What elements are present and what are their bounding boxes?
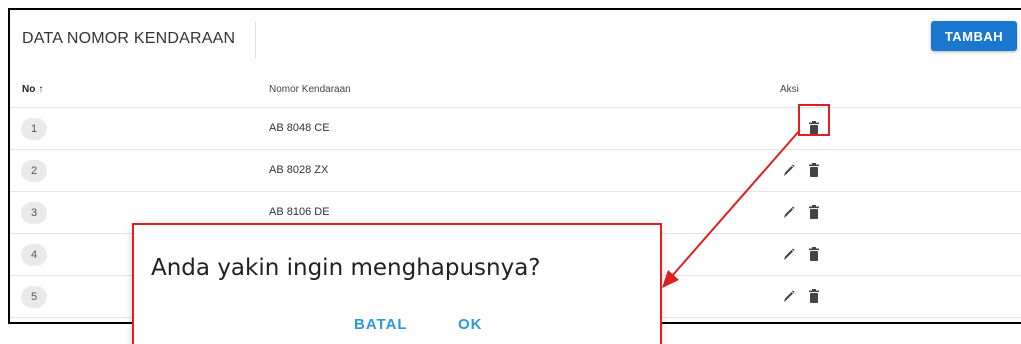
pencil-icon[interactable] [783, 247, 795, 261]
trash-highlight-box [798, 104, 830, 136]
add-button[interactable]: TAMBAH [931, 21, 1017, 51]
column-header-plate: Nomor Kendaraan [269, 84, 351, 95]
pencil-icon[interactable] [783, 289, 795, 303]
pencil-icon[interactable] [783, 205, 795, 219]
ok-button[interactable]: OK [458, 316, 483, 333]
header-divider [255, 21, 256, 59]
cancel-button[interactable]: BATAL [354, 316, 408, 333]
row-number-badge: 2 [21, 160, 47, 182]
row-number-badge: 4 [21, 244, 47, 266]
trash-icon[interactable] [809, 205, 819, 219]
row-number-badge: 1 [21, 118, 47, 140]
plate-number: AB 8028 ZX [269, 164, 329, 176]
page-title: DATA NOMOR KENDARAAN [22, 30, 236, 47]
panel-header: DATA NOMOR KENDARAAN TAMBAH [10, 10, 1021, 68]
plate-number: AB 8048 CE [269, 122, 330, 134]
trash-icon[interactable] [809, 247, 819, 261]
confirm-delete-dialog: Anda yakin ingin menghapusnya? BATAL OK [132, 223, 662, 344]
row-number-badge: 5 [21, 286, 47, 308]
sort-ascending-icon[interactable]: ↑ [38, 84, 43, 95]
trash-icon[interactable] [809, 289, 819, 303]
column-header-no[interactable]: No ↑ [22, 84, 43, 95]
dialog-message: Anda yakin ingin menghapusnya? [151, 255, 541, 281]
table-row: 1 AB 8048 CE [10, 108, 1021, 150]
table-row: 2 AB 8028 ZX [10, 150, 1021, 192]
trash-icon[interactable] [809, 163, 819, 177]
plate-number: AB 8106 DE [269, 206, 330, 218]
column-header-action: Aksi [780, 84, 799, 95]
row-number-badge: 3 [21, 202, 47, 224]
table-header: No ↑ Nomor Kendaraan Aksi [10, 68, 1021, 108]
pencil-icon[interactable] [783, 163, 795, 177]
column-no-label: No [22, 84, 36, 95]
